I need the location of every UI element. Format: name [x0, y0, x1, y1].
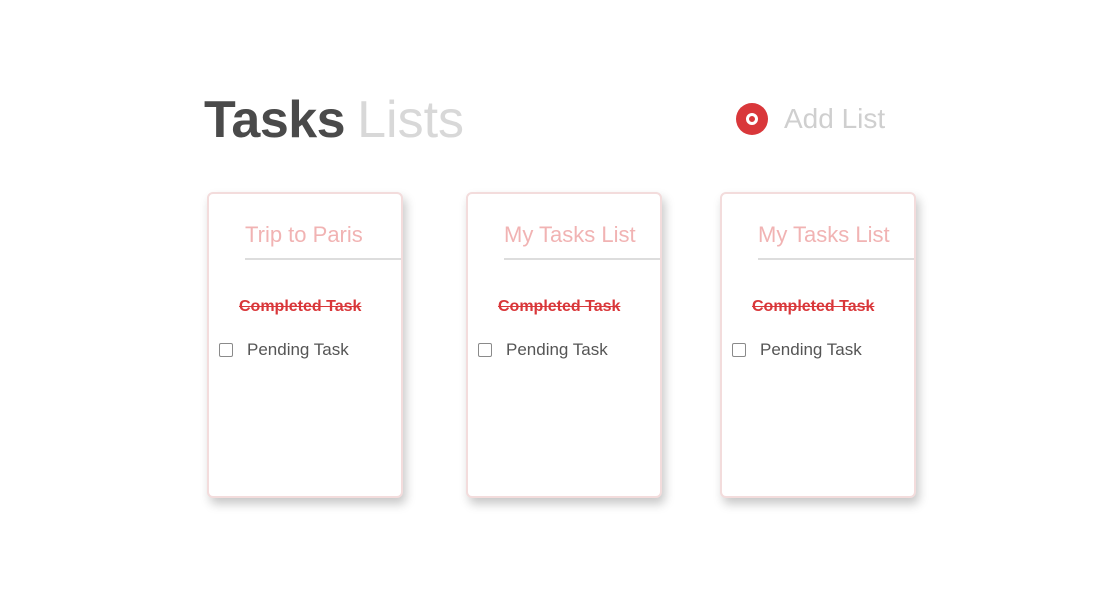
- completed-task[interactable]: Completed Task: [752, 298, 874, 316]
- add-list-label: Add List: [784, 103, 886, 134]
- list-title[interactable]: My Tasks List: [504, 222, 636, 248]
- completed-task[interactable]: Completed Task: [498, 298, 620, 316]
- pending-task[interactable]: Pending Task: [219, 340, 349, 360]
- completed-task[interactable]: Completed Task: [239, 298, 361, 316]
- pending-task-label: Pending Task: [506, 340, 608, 359]
- task-checkbox[interactable]: [478, 343, 492, 357]
- task-checkbox[interactable]: [219, 343, 233, 357]
- list-title[interactable]: Trip to Paris: [245, 222, 363, 248]
- task-list-card[interactable]: My Tasks List Completed Task Pending Tas…: [720, 192, 916, 498]
- page-title-light: Lists: [357, 91, 465, 149]
- pending-task-label: Pending Task: [760, 340, 862, 359]
- pending-task[interactable]: Pending Task: [478, 340, 608, 360]
- divider: [504, 258, 660, 260]
- divider: [758, 258, 914, 260]
- tasks-lists-page: Tasks Lists Add List Trip to Paris Comple…: [0, 0, 1108, 604]
- task-checkbox[interactable]: [732, 343, 746, 357]
- list-title[interactable]: My Tasks List: [758, 222, 890, 248]
- page-title: Tasks Lists: [204, 88, 464, 152]
- pending-task-label: Pending Task: [247, 340, 349, 359]
- add-list-button[interactable]: Add List: [736, 103, 885, 135]
- task-list-card[interactable]: My Tasks List Completed Task Pending Tas…: [466, 192, 662, 498]
- add-circle-icon[interactable]: [736, 103, 768, 135]
- task-list-card[interactable]: Trip to Paris Completed Task Pending Tas…: [207, 192, 403, 498]
- divider: [245, 258, 401, 260]
- pending-task[interactable]: Pending Task: [732, 340, 862, 360]
- add-circle-icon-inner: [746, 113, 758, 125]
- page-title-strong: Tasks: [204, 91, 346, 149]
